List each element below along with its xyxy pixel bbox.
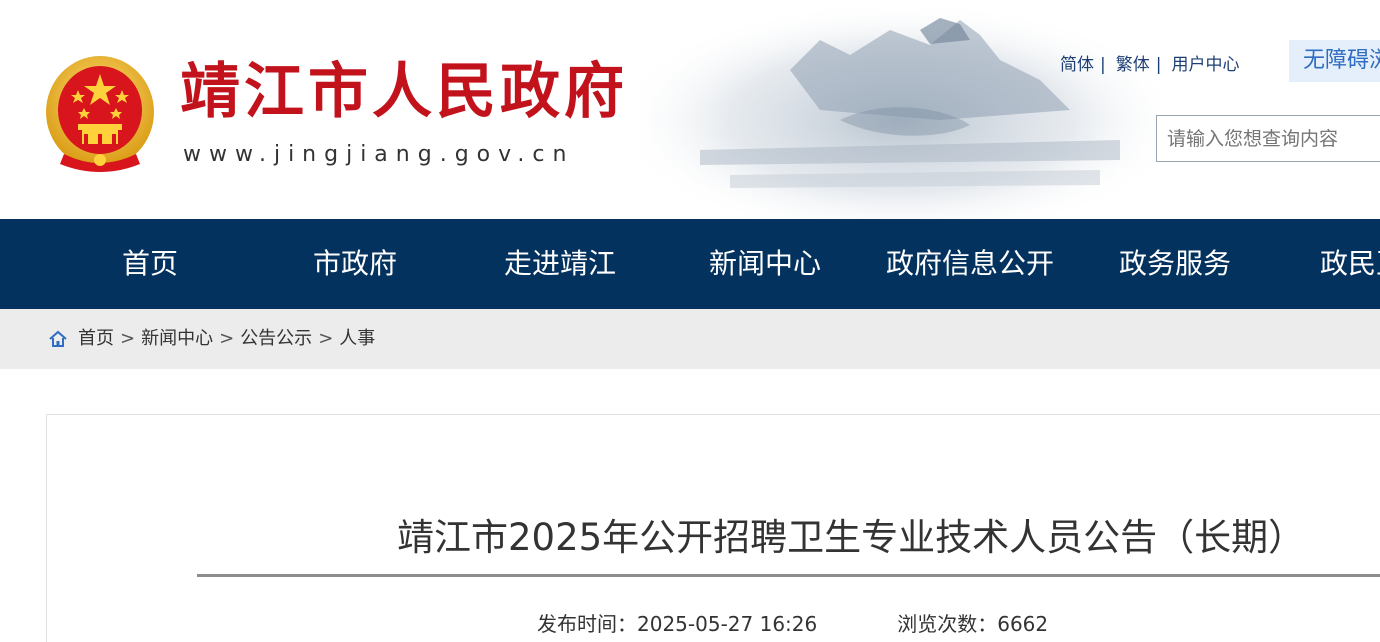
top-links: 简体 | 繁体 | 用户中心 xyxy=(1060,50,1239,75)
publish-label: 发布时间： xyxy=(537,612,637,636)
site-header: 靖江市人民政府 www.jingjiang.gov.cn 简体 | 繁体 | 用户中心 … xyxy=(0,0,1380,219)
scenery-banner-image xyxy=(640,0,1160,219)
breadcrumb: 首页 > 新闻中心 > 公告公示 > 人事 xyxy=(48,309,375,369)
article-panel: 靖江市2025年公开招聘卫生专业技术人员公告（长期） 发布时间：2025-05-… xyxy=(46,414,1380,642)
traditional-chinese-link[interactable]: 繁体 xyxy=(1116,50,1150,75)
article-title: 靖江市2025年公开招聘卫生专业技术人员公告（长期） xyxy=(397,516,1306,559)
nav-item-government-services[interactable]: 政务服务 xyxy=(1105,219,1245,309)
breadcrumb-separator: > xyxy=(120,328,136,349)
nav-item-home[interactable]: 首页 xyxy=(90,219,210,309)
nav-item-government-info[interactable]: 政府信息公开 xyxy=(880,219,1060,309)
breadcrumb-announcements[interactable]: 公告公示 xyxy=(240,309,312,369)
views-label: 浏览次数： xyxy=(897,612,998,636)
breadcrumb-separator: > xyxy=(219,328,235,349)
user-center-link[interactable]: 用户中心 xyxy=(1171,50,1239,75)
nav-item-about-jingjiang[interactable]: 走进靖江 xyxy=(490,219,630,309)
breadcrumb-bar: 首页 > 新闻中心 > 公告公示 > 人事 xyxy=(0,309,1380,369)
breadcrumb-news-center[interactable]: 新闻中心 xyxy=(141,309,213,369)
breadcrumb-home[interactable]: 首页 xyxy=(78,309,114,369)
nav-item-news-center[interactable]: 新闻中心 xyxy=(695,219,835,309)
national-emblem-icon xyxy=(46,56,154,172)
link-separator: | xyxy=(1100,55,1106,75)
link-separator: | xyxy=(1155,55,1162,75)
home-icon xyxy=(49,330,67,347)
simplified-chinese-link[interactable]: 简体 xyxy=(1060,50,1094,75)
breadcrumb-personnel[interactable]: 人事 xyxy=(339,309,375,369)
title-divider xyxy=(197,574,1380,577)
article-meta: 发布时间：2025-05-27 16:26 浏览次数：6662 xyxy=(537,608,1048,637)
site-url: www.jingjiang.gov.cn xyxy=(183,142,575,167)
nav-item-city-government[interactable]: 市政府 xyxy=(290,219,420,309)
views-count: 6662 xyxy=(997,612,1049,636)
breadcrumb-separator: > xyxy=(318,328,334,349)
nav-item-public-interaction[interactable]: 政民互动 xyxy=(1320,219,1380,309)
accessibility-button[interactable]: 无障碍浏览 xyxy=(1289,40,1380,82)
publish-time: 2025-05-27 16:26 xyxy=(637,612,818,636)
site-title: 靖江市人民政府 xyxy=(180,57,628,127)
search-input[interactable] xyxy=(1156,115,1380,162)
main-nav: 首页 市政府 走进靖江 新闻中心 政府信息公开 政务服务 政民互动 xyxy=(0,219,1380,309)
